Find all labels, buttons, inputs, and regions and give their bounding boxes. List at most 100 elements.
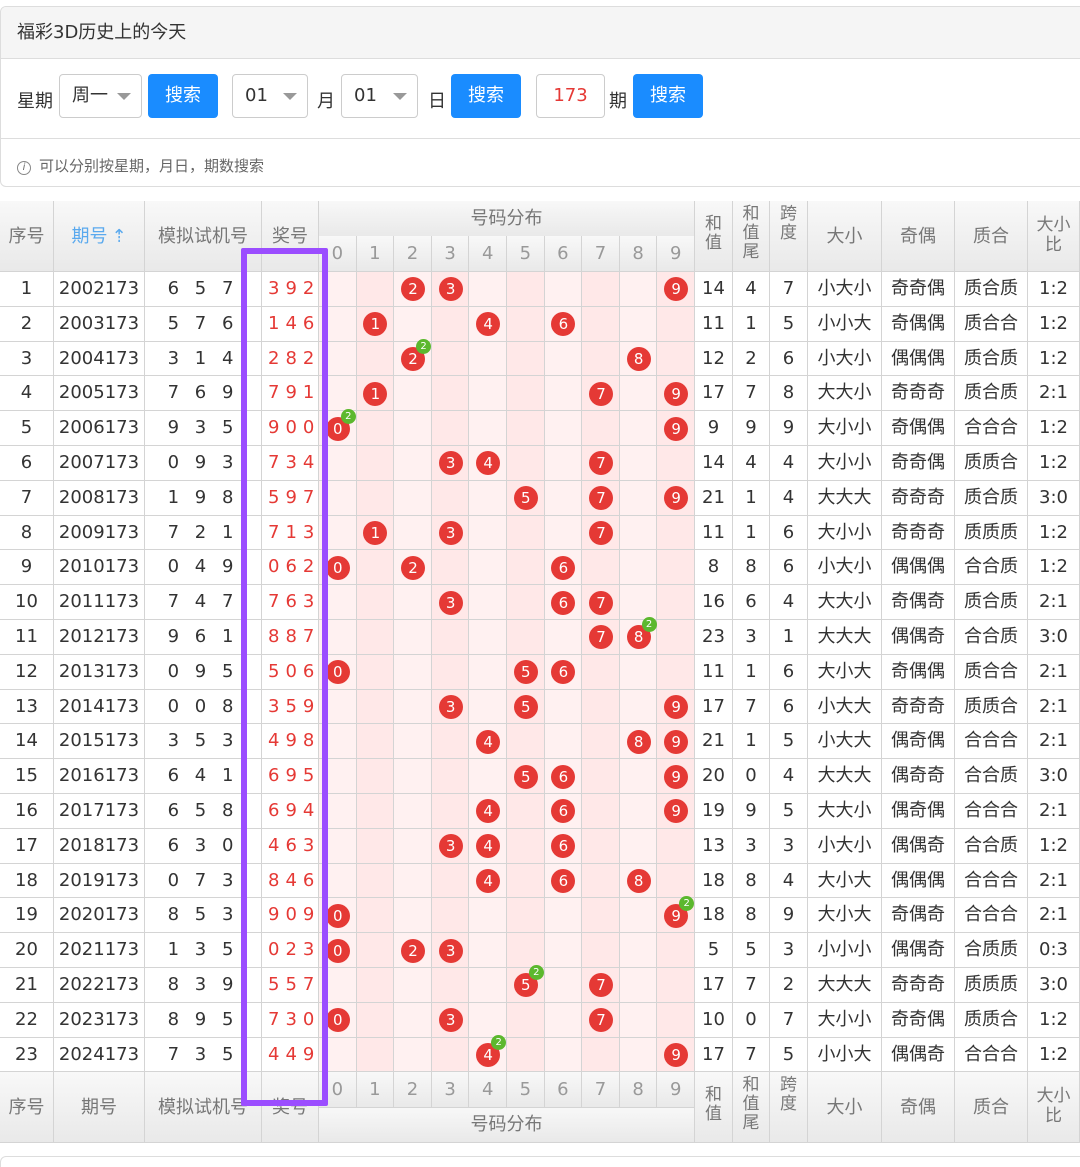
date-search-button[interactable]: 搜索 [451, 74, 521, 118]
period-input[interactable]: 173 [536, 74, 605, 118]
header-idx[interactable]: 序号 [0, 201, 54, 272]
dist-cell [469, 480, 507, 516]
dist-cell [356, 863, 395, 899]
dist-cell [582, 933, 620, 968]
dist-cell [619, 446, 658, 481]
dist-cell [394, 376, 432, 412]
header-sum[interactable]: 和值 [695, 201, 733, 272]
cell-ratio: 3:0 [1028, 480, 1080, 516]
dist-cell [394, 1037, 432, 1073]
cell-ratio: 1:2 [1028, 1002, 1080, 1038]
cell-ratio: 3:0 [1028, 620, 1080, 655]
dist-cell [431, 306, 470, 342]
cell-period: 2018173 [54, 828, 145, 864]
cell-tail: 1 [733, 480, 770, 516]
dist-cell [469, 620, 507, 655]
period-search-button[interactable]: 搜索 [633, 74, 703, 118]
number-ball: 3 [438, 590, 463, 615]
dist-digit-header: 3 [431, 236, 470, 272]
dist-cell [469, 968, 507, 1003]
header-span[interactable]: 跨度 [770, 201, 808, 272]
header-ratio[interactable]: 大小比 [1028, 201, 1080, 272]
cell-idx: 18 [0, 863, 54, 899]
footer-span[interactable]: 跨度 [770, 1072, 808, 1144]
footer-sum[interactable]: 和值 [695, 1072, 733, 1144]
day-select[interactable]: 01 [341, 74, 418, 118]
cell-pc: 合合合 [955, 411, 1028, 446]
dist-cell [619, 689, 658, 725]
dist-cell [469, 411, 507, 446]
footer-ratio[interactable]: 大小比 [1028, 1072, 1080, 1144]
number-ball: 3 [438, 1008, 463, 1033]
cell-pc: 合合合 [955, 724, 1028, 760]
dist-cell [544, 689, 583, 725]
footer-tail[interactable]: 和值尾 [733, 1072, 770, 1144]
cell-period: 2016173 [54, 759, 145, 794]
weekday-label: 星期 [17, 91, 53, 112]
dist-cell [582, 724, 620, 760]
cell-span: 4 [770, 863, 808, 899]
cell-bs: 小小大 [808, 306, 882, 342]
cell-period: 2006173 [54, 411, 145, 446]
chevron-down-icon [393, 93, 407, 100]
header-bs[interactable]: 大小 [808, 201, 882, 272]
cell-sum: 14 [695, 446, 733, 481]
cell-pc: 合合合 [955, 794, 1028, 829]
cell-sum: 9 [695, 411, 733, 446]
dist-cell [619, 272, 658, 307]
header-tail[interactable]: 和值尾 [733, 201, 770, 272]
cell-oe: 奇奇奇 [882, 515, 955, 551]
cell-idx: 12 [0, 654, 54, 690]
dist-cell [356, 968, 395, 1003]
cell-sum: 21 [695, 480, 733, 516]
header-pc[interactable]: 质合 [955, 201, 1028, 272]
header-period[interactable]: 期号 ⇡ [54, 201, 145, 272]
dist-digit-header: 8 [619, 236, 658, 272]
dist-cell [582, 689, 620, 725]
dist-cell [544, 620, 583, 655]
dist-digit-header: 7 [582, 1072, 620, 1109]
dist-cell [507, 585, 545, 620]
dist-cell [582, 272, 620, 307]
cell-tail: 9 [733, 794, 770, 829]
dist-digit-header: 4 [469, 1072, 507, 1109]
month-value: 01 [245, 85, 268, 106]
cell-ratio: 1:2 [1028, 828, 1080, 864]
weekday-search-button[interactable]: 搜索 [148, 74, 218, 118]
dist-cell [356, 794, 395, 829]
cell-bs: 大小大 [808, 654, 882, 690]
day-value: 01 [354, 85, 377, 106]
footer-idx[interactable]: 序号 [0, 1072, 54, 1144]
cell-oe: 偶偶偶 [882, 863, 955, 899]
cell-ratio: 1:2 [1028, 446, 1080, 481]
cell-pc: 合合质 [955, 828, 1028, 864]
cell-idx: 22 [0, 1002, 54, 1038]
number-ball: 3 [438, 277, 463, 302]
footer-bs[interactable]: 大小 [808, 1072, 882, 1144]
cell-bs: 小大小 [808, 272, 882, 307]
dist-cell [544, 341, 583, 377]
dist-cell [394, 724, 432, 760]
dist-cell [507, 1037, 545, 1073]
header-oe[interactable]: 奇偶 [882, 201, 955, 272]
cell-pc: 质质质 [955, 515, 1028, 551]
dist-cell [394, 968, 432, 1003]
footer-period[interactable]: 期号 [54, 1072, 145, 1144]
weekday-select[interactable]: 周一 [59, 74, 142, 118]
footer-pc[interactable]: 质合 [955, 1072, 1028, 1144]
cell-ratio: 1:2 [1028, 411, 1080, 446]
dist-cell [394, 585, 432, 620]
dist-cell [657, 515, 695, 551]
dist-cell [356, 1037, 395, 1073]
dist-cell [356, 933, 395, 968]
dist-cell [544, 446, 583, 481]
cell-bs: 小大小 [808, 550, 882, 586]
dist-digit-header: 4 [469, 236, 507, 272]
dist-cell [619, 968, 658, 1003]
footer-oe[interactable]: 奇偶 [882, 1072, 955, 1144]
cell-bs: 大小小 [808, 515, 882, 551]
dist-cell [507, 933, 545, 968]
month-select[interactable]: 01 [232, 74, 308, 118]
cell-span: 4 [770, 585, 808, 620]
sort-icon[interactable]: ⇡ [111, 226, 126, 247]
